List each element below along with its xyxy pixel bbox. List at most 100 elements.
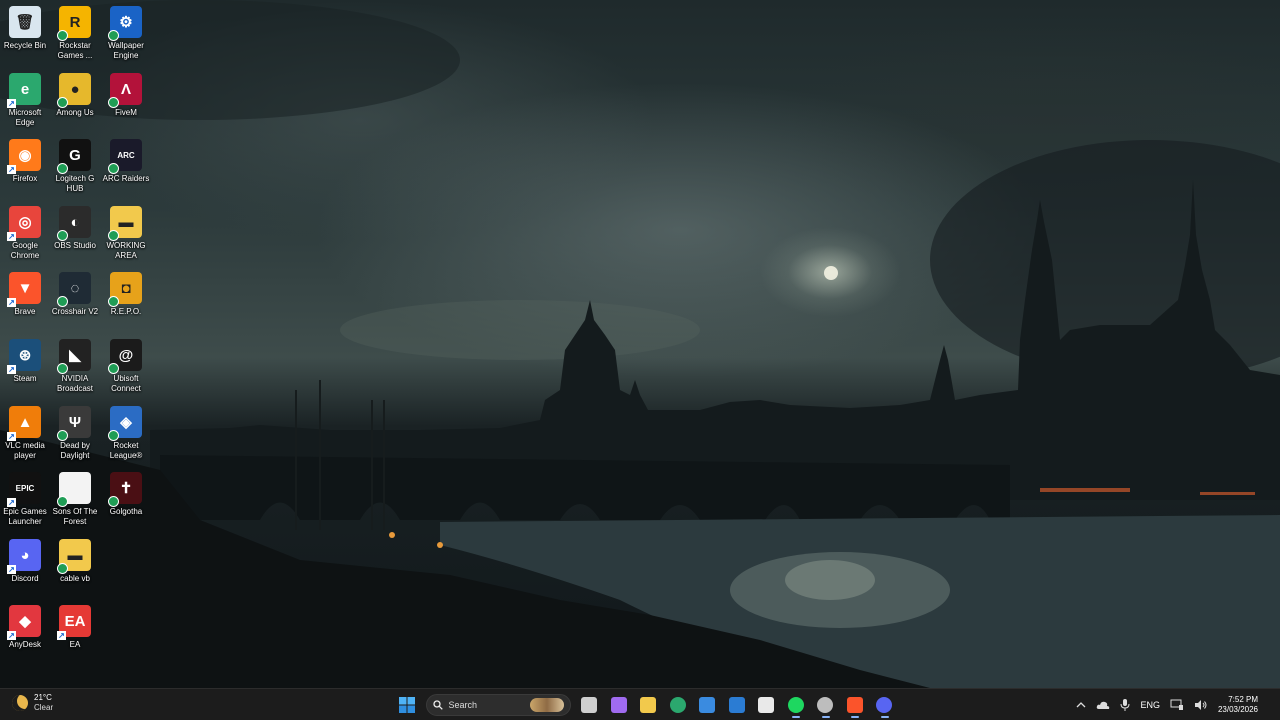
desktop-icon-label: OBS Studio bbox=[54, 241, 96, 250]
taskbar-app-logitech-ghub[interactable] bbox=[752, 692, 782, 718]
onedrive-cloud-icon[interactable] bbox=[1096, 699, 1110, 711]
system-tray: ENG 7:52 PM 23/03/2026 bbox=[1076, 692, 1272, 718]
desktop-icon-ubisoft-connect[interactable]: @ Ubisoft Connect bbox=[101, 333, 151, 394]
weather-temperature: 21°C bbox=[34, 693, 52, 702]
volume-icon[interactable] bbox=[1194, 699, 1208, 711]
shortcut-arrow-icon: ↗ bbox=[7, 365, 16, 374]
microphone-icon[interactable] bbox=[1120, 699, 1130, 711]
desktop-icon-chrome[interactable]: ◎ ↗ Google Chrome bbox=[0, 200, 50, 261]
desktop-icon-label: Rockstar Games ... bbox=[57, 41, 93, 60]
chevron-up-icon[interactable] bbox=[1076, 701, 1086, 709]
recycle-bin-icon: 🗑 bbox=[9, 6, 41, 38]
firefox-icon: ◉ ↗ bbox=[7, 139, 41, 174]
taskbar-app-brave[interactable] bbox=[840, 692, 870, 718]
golgotha-icon: ✝ bbox=[108, 472, 142, 507]
input-language[interactable]: ENG bbox=[1140, 700, 1160, 710]
desktop-icon-logitech-ghub[interactable]: G Logitech G HUB bbox=[50, 133, 100, 194]
desktop-icon-obs-studio[interactable]: ◐ OBS Studio bbox=[50, 200, 100, 251]
file-icon bbox=[57, 472, 91, 507]
shortcut-arrow-icon: ↗ bbox=[7, 432, 16, 441]
taskbar-app-discord[interactable] bbox=[870, 692, 900, 718]
desktop-icon-crosshair[interactable]: ◌ Crosshair V2 bbox=[50, 266, 100, 317]
sync-status-icon bbox=[57, 97, 68, 108]
weather-widget[interactable]: 21°C Clear bbox=[12, 693, 53, 713]
pinned-apps bbox=[575, 692, 900, 718]
desktop-icon-among-us[interactable]: ● Among Us bbox=[50, 67, 100, 118]
sync-status-icon bbox=[57, 363, 68, 374]
folder-icon: ▬ bbox=[108, 206, 142, 241]
clock[interactable]: 7:52 PM 23/03/2026 bbox=[1218, 695, 1258, 715]
taskbar-app-microsoft-store[interactable] bbox=[693, 692, 723, 718]
ubisoft-connect-icon: @ bbox=[108, 339, 142, 374]
sync-status-icon bbox=[57, 430, 68, 441]
desktop-icon-discord[interactable]: ◕ ↗ Discord bbox=[0, 533, 50, 584]
shortcut-arrow-icon: ↗ bbox=[7, 498, 16, 507]
desktop-icon-vlc[interactable]: ▲ ↗ VLC media player bbox=[0, 400, 50, 461]
taskbar-app-file-explorer[interactable] bbox=[634, 692, 664, 718]
desktop-icon-label: WORKING AREA bbox=[106, 241, 146, 260]
rocket-league-icon: ◈ bbox=[108, 406, 142, 441]
desktop-icon-edge[interactable]: e ↗ Microsoft Edge bbox=[0, 67, 50, 128]
desktop-icon-label: cable vb bbox=[60, 574, 90, 583]
desktop-icon-label: ARC Raiders bbox=[102, 174, 150, 183]
desktop-icon-nvidia-broadcast[interactable]: ◣ NVIDIA Broadcast bbox=[50, 333, 100, 394]
taskbar-app-edge[interactable] bbox=[663, 692, 693, 718]
show-desktop-button[interactable] bbox=[1268, 698, 1272, 712]
desktop-icon-rockstar-games[interactable]: R Rockstar Games ... bbox=[50, 0, 100, 61]
desktop-icon-wallpaper-engine[interactable]: ⚙ Wallpaper Engine bbox=[101, 0, 151, 61]
sync-status-icon bbox=[108, 496, 119, 507]
network-icon[interactable] bbox=[1170, 699, 1184, 711]
desktop-icon-fivem[interactable]: Λ FiveM bbox=[101, 67, 151, 118]
desktop-icon-arc-raiders[interactable]: ARC ARC Raiders bbox=[101, 133, 151, 184]
taskbar-app-outlook[interactable] bbox=[722, 692, 752, 718]
desktop-icon-label: Dead by Daylight bbox=[60, 441, 90, 460]
desktop-icon-recycle-bin[interactable]: 🗑 Recycle Bin bbox=[0, 0, 50, 51]
edge-icon bbox=[669, 697, 686, 713]
desktop-icon-golgotha[interactable]: ✝ Golgotha bbox=[101, 466, 151, 517]
desktop-icon-label: Among Us bbox=[56, 108, 94, 117]
desktop-icon-brave[interactable]: ▼ ↗ Brave bbox=[0, 266, 50, 317]
task-view-icon bbox=[581, 697, 598, 713]
start-button[interactable] bbox=[392, 692, 422, 718]
desktop-icon-folder[interactable]: ▬ cable vb bbox=[50, 533, 100, 584]
search-placeholder: Search bbox=[448, 700, 478, 710]
taskbar-app-copilot[interactable] bbox=[604, 692, 634, 718]
logitech-ghub-icon bbox=[758, 697, 775, 713]
folder-icon: ▬ bbox=[57, 539, 91, 574]
desktop-icon-label: Firefox bbox=[12, 174, 38, 183]
dead-by-daylight-icon: Ψ bbox=[57, 406, 91, 441]
desktop-icon-folder[interactable]: ▬ WORKING AREA bbox=[101, 200, 151, 261]
ea-icon: EA ↗ bbox=[57, 605, 91, 640]
obs-studio-icon: ◐ bbox=[57, 206, 91, 241]
arc-raiders-icon: ARC bbox=[108, 139, 142, 174]
vlc-icon: ▲ ↗ bbox=[7, 406, 41, 441]
clock-time: 7:52 PM bbox=[1228, 695, 1258, 704]
desktop-icon-label: Ubisoft Connect bbox=[111, 374, 141, 393]
taskbar-app-task-view[interactable] bbox=[575, 692, 605, 718]
edge-icon: e ↗ bbox=[7, 73, 41, 108]
sync-status-icon bbox=[108, 230, 119, 241]
desktop-icon-file[interactable]: Sons Of The Forest bbox=[50, 466, 100, 527]
discord-icon bbox=[876, 697, 893, 713]
desktop-icon-anydesk[interactable]: ◆ ↗ AnyDesk bbox=[0, 599, 50, 650]
desktop-icon-ea[interactable]: EA ↗ EA bbox=[50, 599, 100, 650]
taskbar-app-obs-studio[interactable] bbox=[811, 692, 841, 718]
taskbar-search-box[interactable]: Search bbox=[425, 694, 571, 716]
desktop-icon-dead-by-daylight[interactable]: Ψ Dead by Daylight bbox=[50, 400, 100, 461]
anydesk-icon: ◆ ↗ bbox=[7, 605, 41, 640]
windows-logo-icon bbox=[398, 697, 415, 713]
desktop-icon-firefox[interactable]: ◉ ↗ Firefox bbox=[0, 133, 50, 184]
wallpaper-city-silhouette bbox=[0, 0, 1280, 688]
desktop-icon-epic-games[interactable]: EPIC ↗ Epic Games Launcher bbox=[0, 466, 50, 527]
sync-status-icon bbox=[108, 30, 119, 41]
taskbar-app-spotify[interactable] bbox=[781, 692, 811, 718]
desktop-icon-steam[interactable]: ⊛ ↗ Steam bbox=[0, 333, 50, 384]
desktop-icon-repo[interactable]: ◘ R.E.P.O. bbox=[101, 266, 151, 317]
desktop-wallpaper bbox=[0, 0, 1280, 688]
desktop-icon-label: VLC media player bbox=[5, 441, 45, 460]
desktop-icon-label: FiveM bbox=[115, 108, 137, 117]
desktop-icon-rocket-league[interactable]: ◈ Rocket League® bbox=[101, 400, 151, 461]
desktop-icon-label: Steam bbox=[13, 374, 37, 383]
nvidia-broadcast-icon: ◣ bbox=[57, 339, 91, 374]
among-us-icon: ● bbox=[57, 73, 91, 108]
